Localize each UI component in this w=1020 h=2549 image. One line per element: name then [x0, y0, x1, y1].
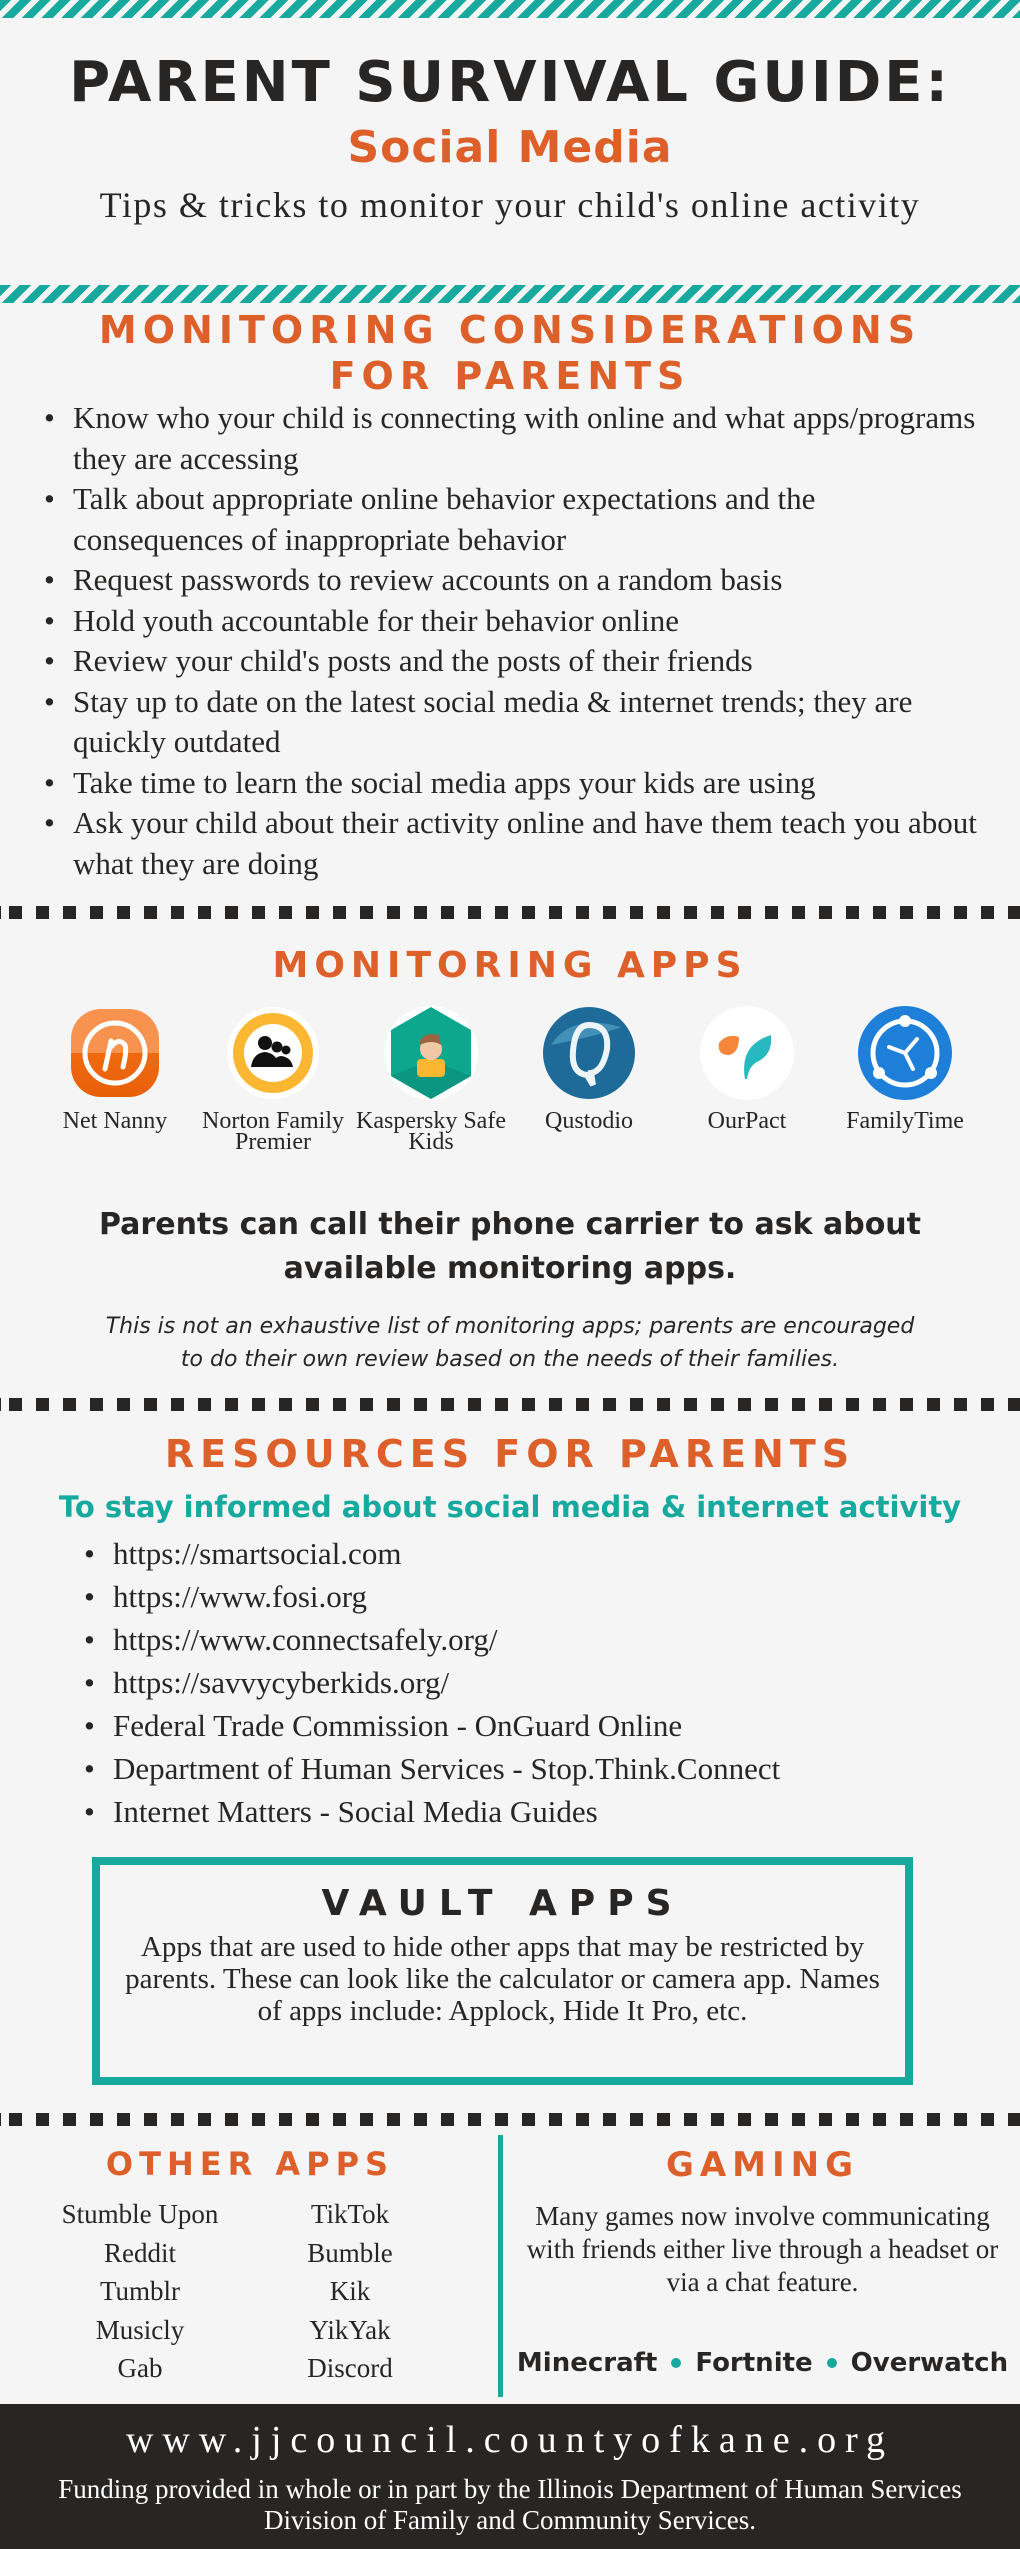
app-ourpact: OurPact	[672, 1005, 822, 1195]
list-item: Ask your child about their activity onli…	[40, 803, 990, 884]
footer: www.jjcouncil.countyofkane.org Funding p…	[0, 2404, 1020, 2549]
resource-item: Department of Human Services - Stop.Thin…	[80, 1747, 980, 1790]
gaming-heading: GAMING	[665, 2145, 860, 2185]
resource-link[interactable]: https://savvycyberkids.org/	[80, 1661, 980, 1704]
top-stripe-divider	[0, 0, 1020, 18]
game-item: Fortnite	[695, 2348, 813, 2378]
app-norton-family: Norton Family Premier	[198, 1005, 348, 1195]
other-apps-list: Stumble Upon TikTok Reddit Bumble Tumblr…	[30, 2195, 450, 2388]
app-label: OurPact	[707, 1108, 787, 1134]
app-label: FamilyTime	[846, 1108, 964, 1134]
resource-link[interactable]: https://smartsocial.com	[80, 1532, 980, 1575]
resource-item: Internet Matters - Social Media Guides	[80, 1790, 980, 1833]
qustodio-icon	[543, 1007, 635, 1099]
other-app-item: Reddit	[104, 2237, 176, 2268]
familytime-icon	[858, 1006, 952, 1100]
norton-family-icon	[227, 1007, 319, 1099]
list-item: Stay up to date on the latest social med…	[40, 682, 990, 763]
considerations-heading: MONITORING CONSIDERATIONS FOR PARENTS	[98, 308, 922, 398]
list-item: Talk about appropriate online behavior e…	[40, 479, 990, 560]
resource-link[interactable]: https://www.fosi.org	[80, 1575, 980, 1618]
ourpact-icon	[700, 1006, 794, 1100]
gaming-description: Many games now involve communicating wit…	[526, 2201, 999, 2297]
other-app-item: Tumblr	[99, 2276, 181, 2306]
section-divider	[0, 906, 1020, 919]
list-item: Know who your child is connecting with o…	[40, 398, 990, 479]
app-net-nanny: Net Nanny	[40, 1005, 190, 1195]
other-app-item: Musicly	[95, 2314, 185, 2345]
resources-heading: RESOURCES FOR PARENTS	[164, 1432, 856, 1476]
other-app-item: Discord	[307, 2353, 393, 2383]
game-item: Minecraft	[516, 2348, 658, 2378]
list-item: Request passwords to review accounts on …	[40, 560, 990, 601]
footer-website-link[interactable]: www.jjcouncil.countyofkane.org	[0, 2418, 1020, 2462]
vault-apps-heading: VAULT APPS	[321, 1883, 684, 1924]
bullet-dot-icon	[826, 2358, 837, 2368]
games-list: Minecraft Fortnite Overwatch	[505, 2348, 1020, 2378]
list-item: Take time to learn the social media apps…	[40, 763, 990, 804]
app-label: Norton Family Premier	[202, 1108, 344, 1155]
other-app-item: TikTok	[310, 2199, 390, 2229]
game-item: Overwatch	[850, 2348, 1009, 2378]
resources-subheading: To stay informed about social media & in…	[58, 1490, 962, 1524]
vault-apps-description: Apps that are used to hide other apps th…	[125, 1931, 880, 2027]
app-label: Net Nanny	[62, 1108, 168, 1134]
page-title: PARENT SURVIVAL GUIDE:	[69, 50, 951, 115]
vault-apps-box: VAULT APPS Apps that are used to hide ot…	[92, 1857, 913, 2085]
page-tagline: Tips & tricks to monitor your child's on…	[99, 185, 921, 225]
section-divider	[0, 1398, 1020, 1411]
page-subtitle: Social Media	[347, 122, 673, 173]
other-apps-heading: OTHER APPS	[105, 2145, 395, 2183]
app-familytime: FamilyTime	[830, 1005, 980, 1195]
other-app-item: YikYak	[309, 2314, 391, 2345]
kaspersky-safe-kids-icon	[384, 1006, 478, 1100]
app-label: Qustodio	[544, 1108, 633, 1134]
other-app-item: Gab	[117, 2353, 163, 2383]
app-kaspersky-safe-kids: Kaspersky Safe Kids	[356, 1005, 506, 1195]
app-label: Kaspersky Safe Kids	[356, 1108, 506, 1155]
section-divider	[0, 2113, 1020, 2126]
net-nanny-icon	[71, 1009, 159, 1097]
monitoring-apps-heading: MONITORING APPS	[272, 945, 748, 986]
resource-item: Federal Trade Commission - OnGuard Onlin…	[80, 1704, 980, 1747]
other-app-item: Bumble	[307, 2237, 393, 2268]
other-app-item: Kik	[329, 2276, 371, 2306]
list-item: Hold youth accountable for their behavio…	[40, 601, 990, 642]
app-qustodio: Qustodio	[514, 1005, 664, 1195]
resources-list: https://smartsocial.com https://www.fosi…	[80, 1532, 980, 1833]
carrier-note: Parents can call their phone carrier to …	[99, 1207, 921, 1286]
header-bottom-stripe	[0, 285, 1020, 303]
resource-link[interactable]: https://www.connectsafely.org/	[80, 1618, 980, 1661]
footer-funding-text: Funding provided in whole or in part by …	[58, 2474, 962, 2535]
list-item: Review your child's posts and the posts …	[40, 641, 990, 682]
disclaimer-note: This is not an exhaustive list of monito…	[105, 1314, 915, 1372]
column-divider	[498, 2135, 503, 2397]
monitoring-apps-row: Net Nanny Norton Family Premier Kaspersk…	[40, 1005, 980, 1195]
other-app-item: Stumble Upon	[61, 2199, 219, 2229]
considerations-list: Know who your child is connecting with o…	[40, 398, 990, 884]
bullet-dot-icon	[671, 2358, 682, 2368]
